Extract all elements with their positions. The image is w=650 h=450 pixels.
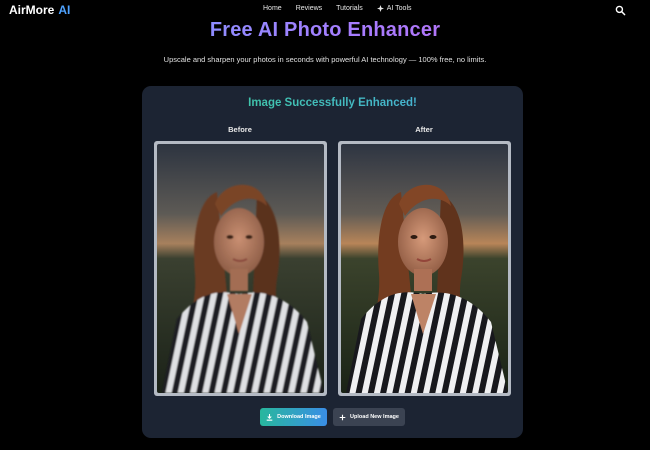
before-label: Before bbox=[228, 125, 252, 134]
before-photo bbox=[157, 144, 324, 393]
status-message: Image Successfully Enhanced! bbox=[142, 97, 523, 109]
page-subtitle: Upscale and sharpen your photos in secon… bbox=[163, 55, 487, 64]
download-image-label: Download Image bbox=[277, 414, 321, 420]
brand-name: AirMore bbox=[9, 3, 55, 17]
plus-icon bbox=[339, 414, 346, 421]
upload-new-image-label: Upload New Image bbox=[350, 414, 399, 420]
before-image-frame bbox=[154, 141, 327, 396]
nav-link-ai-tools[interactable]: AI Tools bbox=[376, 5, 412, 12]
top-nav: AirMore AI Home Reviews Tutorials AI Too… bbox=[0, 0, 650, 20]
result-card: Image Successfully Enhanced! Before Afte… bbox=[142, 86, 523, 438]
nav-link-tutorials[interactable]: Tutorials bbox=[336, 5, 363, 12]
nav-link-reviews[interactable]: Reviews bbox=[296, 5, 322, 12]
sparkle-icon bbox=[376, 5, 384, 12]
after-label: After bbox=[415, 125, 433, 134]
nav-link-label: AI Tools bbox=[386, 5, 412, 12]
nav-link-label: Home bbox=[263, 5, 282, 12]
brand-suffix: AI bbox=[58, 3, 71, 17]
nav-link-label: Tutorials bbox=[336, 5, 363, 12]
download-image-button[interactable]: Download Image bbox=[260, 408, 327, 426]
nav-links: Home Reviews Tutorials AI Tools bbox=[263, 5, 426, 12]
nav-link-home[interactable]: Home bbox=[263, 5, 282, 12]
page-title: Free AI Photo Enhancer bbox=[0, 19, 650, 42]
download-icon bbox=[266, 413, 273, 421]
after-photo bbox=[341, 144, 508, 393]
after-image-frame bbox=[338, 141, 511, 396]
upload-new-image-button[interactable]: Upload New Image bbox=[333, 408, 405, 426]
nav-link-label: Reviews bbox=[295, 5, 323, 12]
search-icon[interactable] bbox=[615, 3, 626, 16]
brand-logo[interactable]: AirMore AI bbox=[9, 3, 70, 17]
